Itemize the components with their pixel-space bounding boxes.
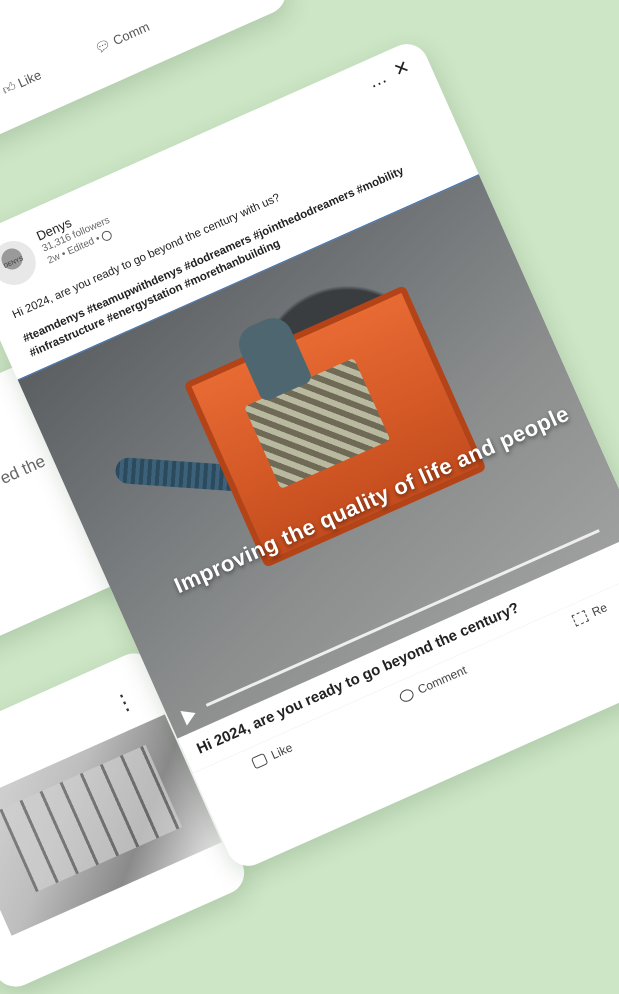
globe-icon	[100, 228, 114, 242]
comment-icon	[397, 687, 416, 704]
post-header-actions: … ✕	[365, 56, 413, 93]
like-label: Like	[15, 67, 44, 91]
thumbs-up-icon: 👍︎	[0, 78, 19, 98]
like-button[interactable]: 👍︎ Like	[0, 67, 44, 98]
avatar-logo-text: DENYS	[3, 256, 25, 270]
play-icon[interactable]	[180, 705, 199, 726]
close-icon[interactable]: ✕	[391, 56, 413, 81]
like-label: Like	[268, 740, 295, 763]
thumbs-up-icon	[251, 752, 269, 770]
top-card-actions: 👍︎ Like 💬︎ Comm	[0, 19, 152, 98]
repost-icon	[571, 609, 590, 627]
comment-icon: 💬︎	[92, 35, 114, 57]
like-button[interactable]: Like	[251, 740, 295, 770]
repost-label: Re	[589, 600, 610, 620]
comment-button[interactable]: 💬︎ Comm	[92, 19, 152, 57]
author-avatar[interactable]: DENYS	[0, 233, 43, 293]
more-options-icon[interactable]: ⋮	[109, 686, 141, 719]
comment-label: Comm	[110, 18, 152, 49]
repost-button[interactable]: Re	[571, 600, 609, 627]
more-options-icon[interactable]: …	[365, 66, 390, 93]
post-text-fragment: ed the	[0, 451, 49, 488]
